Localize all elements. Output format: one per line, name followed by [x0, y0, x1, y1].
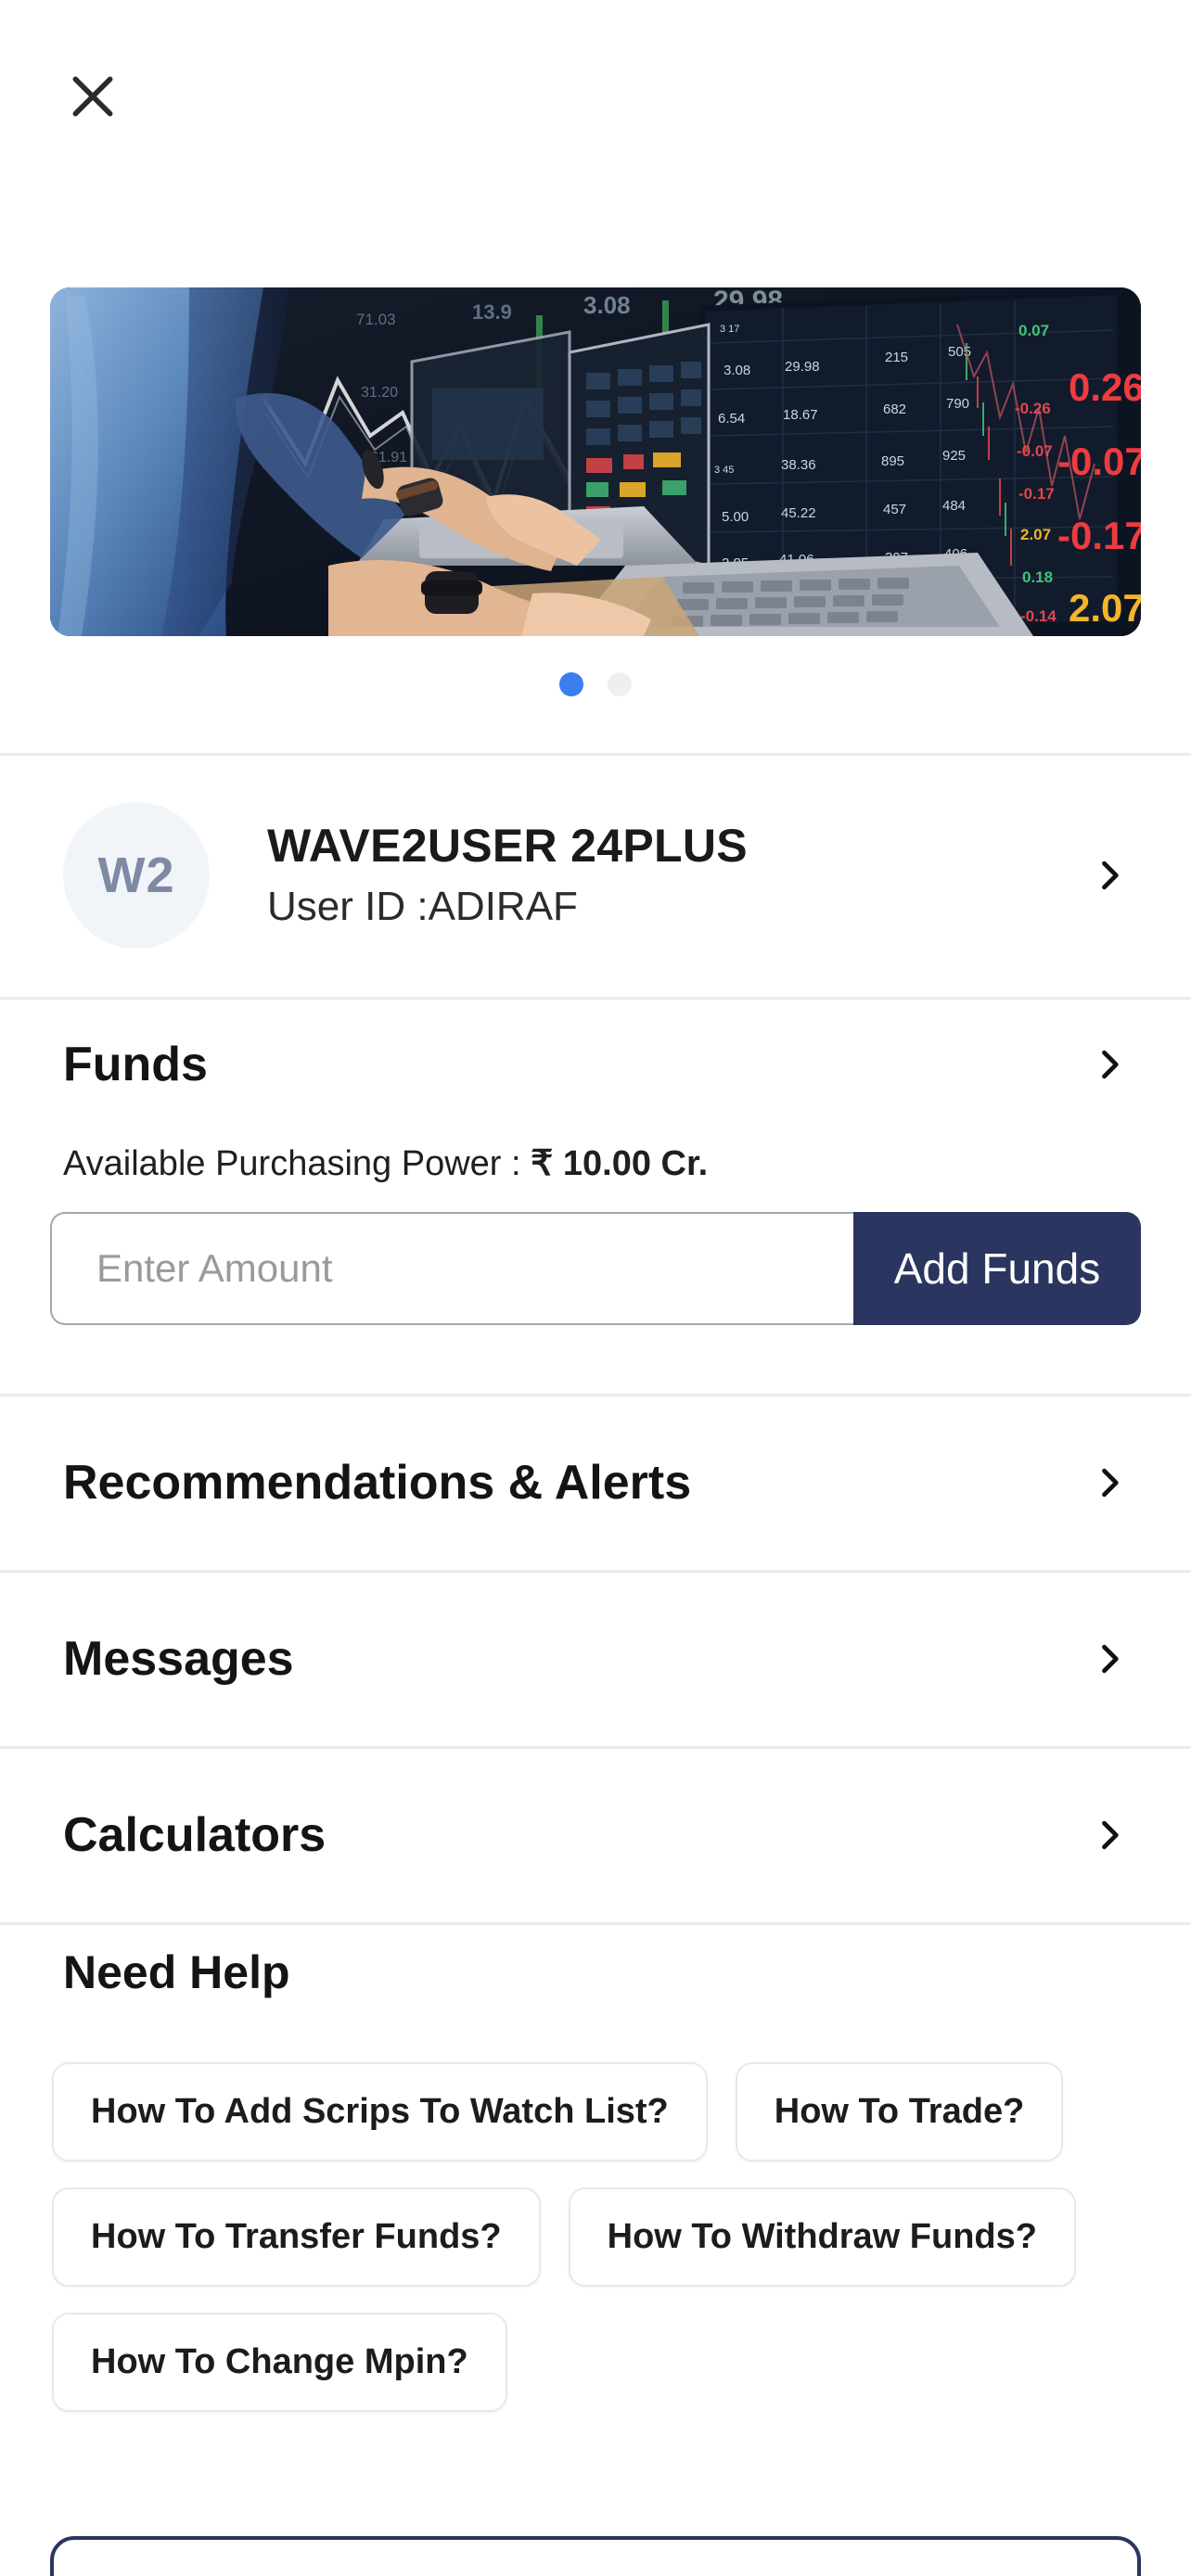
add-funds-button[interactable]: Add Funds	[853, 1212, 1141, 1325]
purchasing-power-value: 10.00 Cr.	[562, 1144, 709, 1183]
svg-text:29.98: 29.98	[785, 359, 820, 375]
help-chip-how-to-trade[interactable]: How To Trade?	[735, 2062, 1064, 2162]
purchasing-power-line: Available Purchasing Power : ₹ 10.00 Cr.	[0, 1142, 1191, 1184]
avatar: W2	[63, 802, 210, 949]
calculators-chevron-right-icon[interactable]	[1082, 1815, 1137, 1855]
help-chip-transfer-funds[interactable]: How To Transfer Funds?	[52, 2187, 541, 2287]
svg-text:682: 682	[883, 402, 906, 417]
svg-text:215: 215	[885, 350, 908, 365]
sidebar-item-calculators[interactable]: Calculators	[0, 1748, 1191, 1922]
svg-text:-0.17: -0.17	[1057, 514, 1141, 557]
currency-symbol: ₹	[531, 1144, 563, 1183]
svg-text:484: 484	[942, 498, 966, 514]
help-chip-change-mpin[interactable]: How To Change Mpin?	[52, 2313, 507, 2412]
carousel-dot-1[interactable]	[559, 672, 583, 696]
divider-above-need-help	[0, 1922, 1191, 1925]
need-help-section: Need Help How To Add Scrips To Watch Lis…	[0, 1945, 1191, 2412]
svg-text:18.67: 18.67	[783, 407, 818, 423]
nav-label-messages: Messages	[63, 1632, 294, 1686]
funds-header-row[interactable]: Funds	[0, 1000, 1191, 1129]
svg-text:0.07: 0.07	[1018, 322, 1049, 339]
svg-text:-0.17: -0.17	[1018, 485, 1055, 503]
carousel-dot-2[interactable]	[608, 672, 632, 696]
svg-text:3.08: 3.08	[724, 363, 750, 378]
funds-chevron-right-icon[interactable]	[1082, 1044, 1137, 1085]
funds-title: Funds	[63, 1038, 208, 1091]
trading-desk-image: 71.03 13.9 3.08 29.98 31.20 61.91 6.52 8…	[50, 287, 1141, 636]
contact-us-button[interactable]: Contact Us	[50, 2536, 1141, 2576]
svg-text:13.9: 13.9	[472, 300, 512, 324]
messages-chevron-right-icon[interactable]	[1082, 1639, 1137, 1679]
sidebar-item-recommendations-alerts[interactable]: Recommendations & Alerts	[0, 1396, 1191, 1570]
purchasing-power-label: Available Purchasing Power :	[63, 1144, 531, 1183]
nav-label-calculators: Calculators	[63, 1808, 327, 1862]
svg-text:925: 925	[942, 448, 966, 464]
svg-text:2.07: 2.07	[1069, 586, 1141, 630]
svg-text:31.20: 31.20	[361, 385, 398, 401]
amount-input[interactable]	[50, 1212, 853, 1325]
sidebar-item-messages[interactable]: Messages	[0, 1572, 1191, 1746]
close-icon	[67, 70, 119, 122]
svg-text:-0.14: -0.14	[1020, 607, 1057, 625]
help-chip-add-scrips[interactable]: How To Add Scrips To Watch List?	[52, 2062, 708, 2162]
svg-text:2.07: 2.07	[1020, 526, 1051, 543]
account-chevron-right-icon[interactable]	[1082, 855, 1137, 896]
svg-text:790: 790	[946, 396, 969, 412]
svg-text:38.36: 38.36	[781, 457, 816, 473]
svg-text:895: 895	[881, 453, 904, 469]
svg-text:3 17: 3 17	[720, 324, 739, 335]
account-user-id: User ID :ADIRAF	[267, 884, 578, 930]
svg-text:5.00: 5.00	[722, 509, 749, 525]
funds-section: Funds Available Purchasing Power : ₹ 10.…	[0, 1000, 1191, 1394]
top-bar	[0, 0, 1191, 185]
svg-text:3.08: 3.08	[583, 291, 631, 319]
help-chip-list: How To Add Scrips To Watch List? How To …	[0, 2062, 1191, 2412]
svg-text:71.03: 71.03	[356, 311, 396, 328]
account-name: WAVE2USER 24PLUS	[267, 820, 748, 873]
promo-banner-slide[interactable]: 71.03 13.9 3.08 29.98 31.20 61.91 6.52 8…	[50, 287, 1141, 636]
account-screen: 71.03 13.9 3.08 29.98 31.20 61.91 6.52 8…	[0, 0, 1191, 2576]
help-chip-withdraw-funds[interactable]: How To Withdraw Funds?	[568, 2187, 1076, 2287]
add-funds-group: Add Funds	[50, 1212, 1141, 1325]
nav-label-recommendations: Recommendations & Alerts	[63, 1456, 692, 1510]
promo-carousel[interactable]: 71.03 13.9 3.08 29.98 31.20 61.91 6.52 8…	[0, 287, 1191, 703]
svg-text:3 45: 3 45	[714, 465, 734, 476]
svg-text:457: 457	[883, 502, 906, 517]
recommendations-chevron-right-icon[interactable]	[1082, 1462, 1137, 1503]
close-button[interactable]	[54, 57, 132, 135]
account-text: WAVE2USER 24PLUS User ID :ADIRAF	[267, 821, 1082, 929]
svg-text:45.22: 45.22	[781, 505, 816, 521]
carousel-dots[interactable]	[0, 666, 1191, 703]
need-help-title: Need Help	[63, 1946, 290, 1998]
svg-text:0.18: 0.18	[1022, 568, 1053, 586]
avatar-initials: W2	[97, 848, 175, 903]
account-row[interactable]: W2 WAVE2USER 24PLUS User ID :ADIRAF	[0, 756, 1191, 995]
svg-text:-0.26: -0.26	[1015, 400, 1051, 417]
svg-text:6.54: 6.54	[718, 411, 745, 427]
svg-text:0.26: 0.26	[1069, 365, 1141, 409]
